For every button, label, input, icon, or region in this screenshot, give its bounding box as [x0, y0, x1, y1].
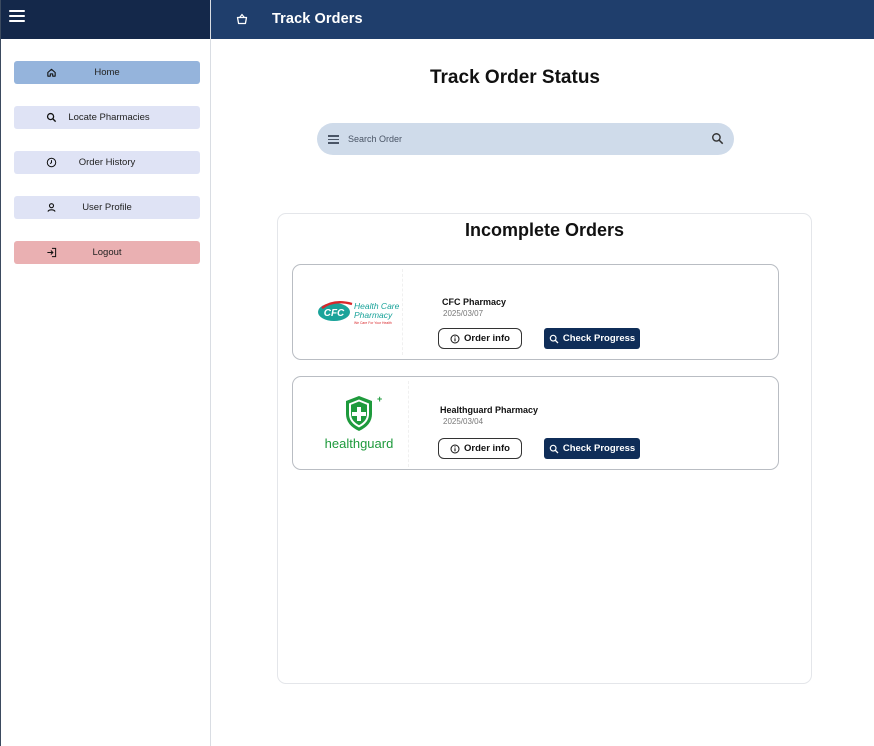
svg-text:healthguard: healthguard	[324, 436, 393, 451]
sidebar-item-logout[interactable]: Logout	[14, 241, 200, 264]
app-window: Home Locate Pharmacies Order History Use…	[0, 0, 874, 746]
clock-icon	[45, 157, 57, 169]
cfc-pharmacy-logo: CFC Health Care Pharmacy We Care For You…	[313, 269, 403, 355]
info-icon	[450, 444, 460, 453]
sidebar-item-label: Order History	[78, 157, 136, 168]
sidebar-item-user-profile[interactable]: User Profile	[14, 196, 200, 219]
sidebar: Home Locate Pharmacies Order History Use…	[0, 0, 211, 746]
order-date: 2025/03/04	[443, 417, 484, 426]
sidebar-item-home[interactable]: Home	[14, 61, 200, 84]
search-input[interactable]	[348, 129, 698, 149]
search-menu-icon[interactable]	[328, 135, 339, 144]
search-icon[interactable]	[711, 132, 724, 145]
user-icon	[45, 202, 57, 214]
svg-text:Pharmacy: Pharmacy	[354, 310, 393, 320]
healthguard-logo: + healthguard	[309, 381, 409, 467]
order-card: CFC Health Care Pharmacy We Care For You…	[292, 264, 779, 360]
order-info-button[interactable]: Order info	[438, 328, 522, 349]
sidebar-header	[1, 0, 210, 39]
panel-title: Incomplete Orders	[464, 220, 625, 240]
menu-icon[interactable]	[9, 10, 25, 24]
check-progress-label: Check Progress	[562, 443, 636, 454]
page-title: Track Orders	[272, 11, 363, 27]
sidebar-item-order-history[interactable]: Order History	[14, 151, 200, 174]
home-icon	[45, 67, 57, 79]
svg-text:We Care For Your Health: We Care For Your Health	[354, 321, 392, 325]
search-bar	[317, 123, 734, 155]
sidebar-nav: Home Locate Pharmacies Order History Use…	[1, 39, 210, 264]
order-date: 2025/03/07	[443, 309, 484, 318]
sidebar-item-label: Locate Pharmacies	[68, 112, 150, 123]
order-info-button[interactable]: Order info	[438, 438, 522, 459]
logout-icon	[45, 247, 57, 259]
top-bar: Track Orders	[211, 0, 874, 39]
svg-text:+: +	[377, 394, 382, 404]
check-progress-button[interactable]: Check Progress	[544, 438, 640, 459]
order-info-label: Order info	[464, 333, 510, 344]
incomplete-orders-panel: Incomplete Orders CFC Health Care Pharma…	[277, 213, 812, 684]
sidebar-item-label: User Profile	[82, 202, 132, 213]
check-progress-label: Check Progress	[562, 333, 636, 344]
order-info-label: Order info	[464, 443, 510, 454]
search-icon	[45, 112, 57, 124]
search-icon	[549, 334, 559, 343]
info-icon	[450, 334, 460, 343]
search-icon	[549, 444, 559, 453]
basket-icon	[235, 12, 249, 26]
sidebar-item-locate-pharmacies[interactable]: Locate Pharmacies	[14, 106, 200, 129]
order-card: + healthguard Healthguard Pharmacy 2025/…	[292, 376, 779, 470]
sidebar-item-label: Home	[94, 67, 120, 78]
pharmacy-name: Healthguard Pharmacy	[440, 405, 539, 415]
pharmacy-name: CFC Pharmacy	[442, 297, 507, 307]
svg-text:CFC: CFC	[323, 308, 344, 319]
sidebar-item-label: Logout	[92, 247, 122, 258]
main-heading: Track Order Status	[429, 67, 601, 88]
check-progress-button[interactable]: Check Progress	[544, 328, 640, 349]
